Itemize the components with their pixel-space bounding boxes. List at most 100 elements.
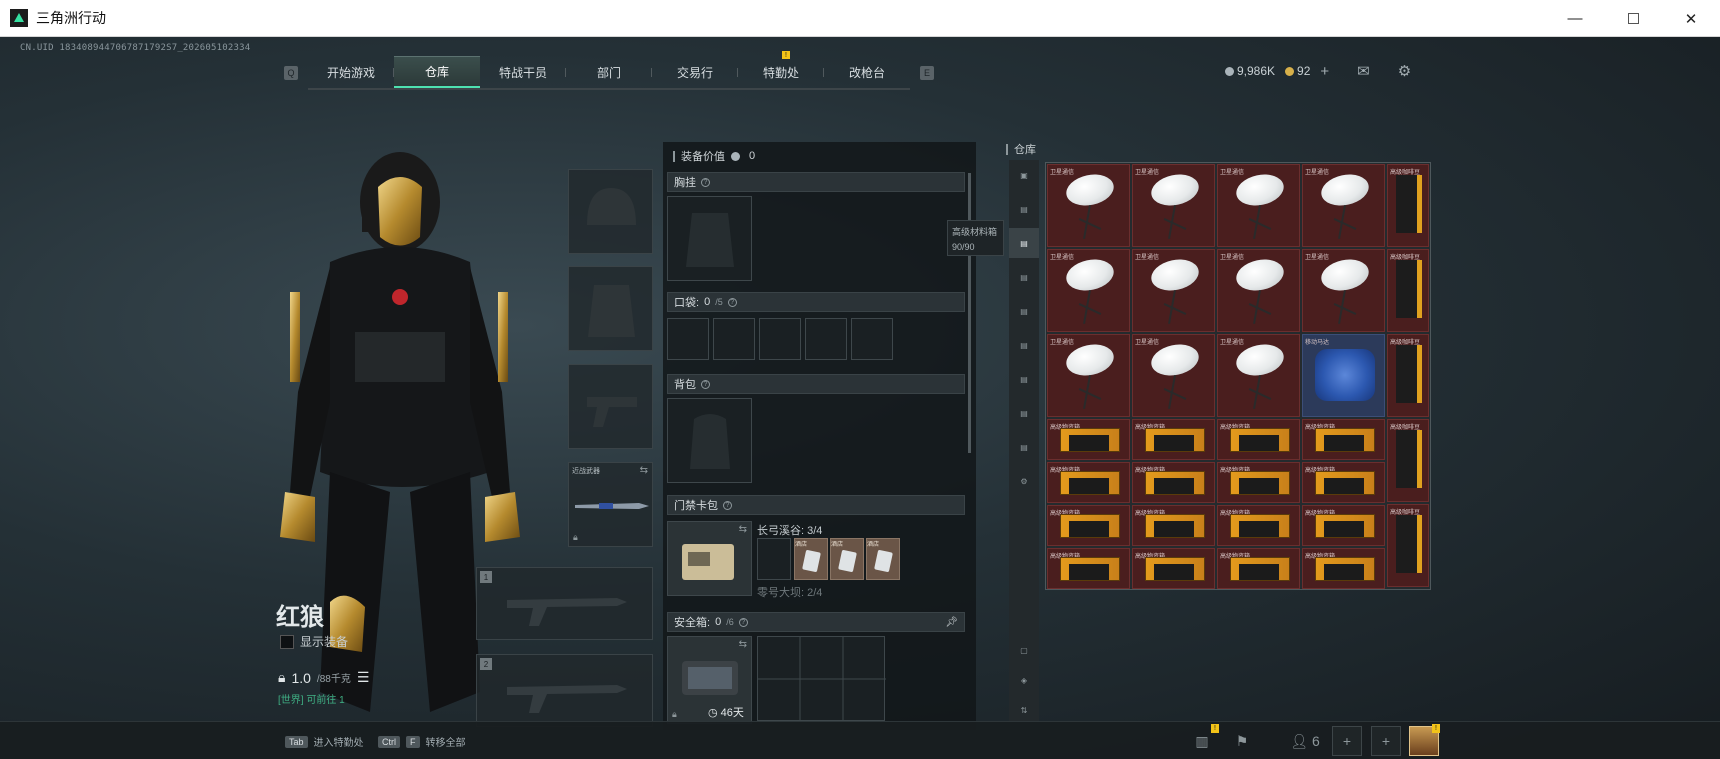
help-icon[interactable]: ?	[727, 297, 737, 307]
hint-special-ops[interactable]: Tab 进入特勤处	[285, 734, 364, 749]
warehouse-item-box[interactable]: 高级物资箱	[1047, 462, 1130, 503]
keycard-cell[interactable]	[757, 538, 791, 580]
equipment-scrollbar[interactable]	[968, 173, 971, 453]
secondary-weapon-slot[interactable]: 2	[476, 654, 653, 727]
warehouse-item-box[interactable]: 高级物资箱	[1047, 419, 1130, 460]
pocket-cell[interactable]	[759, 318, 801, 360]
warehouse-item-motor[interactable]: 移动马达	[1302, 334, 1385, 417]
warehouse-item-dish[interactable]: 卫星通信	[1132, 334, 1215, 417]
add-squad-button[interactable]: +	[1371, 726, 1401, 756]
tab-warehouse[interactable]: 仓库	[394, 56, 480, 88]
warehouse-item-dish[interactable]: 卫星通信	[1132, 164, 1215, 247]
primary-weapon-slot[interactable]: 1	[476, 567, 653, 640]
add-currency-button[interactable]: +	[1320, 63, 1329, 80]
tab-gunsmith[interactable]: 改枪台	[824, 56, 910, 88]
warehouse-item-dish[interactable]: 卫星通信	[1047, 164, 1130, 247]
help-icon[interactable]: ?	[738, 617, 748, 627]
warehouse-item-bag[interactable]: 高级咖啡豆	[1387, 334, 1429, 417]
show-equipment-checkbox[interactable]	[280, 634, 294, 649]
warehouse-item-dish[interactable]: 卫星通信	[1217, 334, 1300, 417]
warehouse-item-dish[interactable]: 卫星通信	[1132, 249, 1215, 332]
close-button[interactable]: ✕	[1662, 0, 1720, 37]
warehouse-item-box[interactable]: 高级物资箱	[1302, 419, 1385, 460]
warehouse-item-box[interactable]: 高级物资箱	[1302, 505, 1385, 546]
warehouse-item-box[interactable]: 高级物资箱	[1217, 505, 1300, 546]
warehouse-item-dish[interactable]: 卫星通信	[1217, 164, 1300, 247]
help-icon[interactable]: ?	[723, 500, 732, 510]
pocket-cell[interactable]	[851, 318, 893, 360]
melee-slot[interactable]: 近战武器 ⇆ 🔒︎	[568, 462, 653, 547]
tab-department[interactable]: 部门	[566, 56, 652, 88]
mail-icon[interactable]: ✉	[1357, 62, 1370, 80]
settings-gear-icon[interactable]: ⚙	[1398, 62, 1411, 80]
swap-icon[interactable]: ⇆	[640, 465, 648, 476]
tab-trade[interactable]: 交易行	[652, 56, 738, 88]
tab-operators[interactable]: 特战干员	[480, 56, 566, 88]
swap-icon[interactable]: ⇆	[739, 639, 747, 650]
item-name: 卫星通信	[1220, 255, 1245, 261]
category-settings-icon[interactable]: ⚙	[1009, 466, 1039, 496]
warehouse-item-bag[interactable]: 高级咖啡豆	[1387, 164, 1429, 247]
warehouse-item-box[interactable]: 高级物资箱	[1217, 419, 1300, 460]
safebox-grid[interactable]	[757, 636, 886, 722]
weight-list-icon[interactable]: ☰	[357, 669, 370, 686]
warehouse-item-dish[interactable]: 卫星通信	[1047, 249, 1130, 332]
friends-button[interactable]: 👤︎ 6	[1280, 726, 1330, 756]
category-tab[interactable]: ▤	[1009, 398, 1039, 428]
warehouse-item-bag[interactable]: 高级咖啡豆	[1387, 504, 1429, 587]
hint-transfer-all[interactable]: Ctrl F 转移全部	[378, 734, 466, 749]
helmet-slot[interactable]	[568, 169, 653, 254]
pocket-cell[interactable]	[713, 318, 755, 360]
backpack-slot[interactable]	[667, 398, 752, 483]
warehouse-item-dish[interactable]: 卫星通信	[1217, 249, 1300, 332]
keycard-item[interactable]: 酒店	[866, 538, 900, 580]
pin-icon[interactable]: 📌︎	[945, 617, 958, 628]
help-icon[interactable]: ?	[701, 379, 710, 389]
layers-icon[interactable]: ◈	[1009, 665, 1039, 695]
warehouse-item-box[interactable]: 高级物资箱	[1047, 505, 1130, 546]
category-tab[interactable]: ▤	[1009, 262, 1039, 292]
nav-next-key[interactable]: E	[920, 66, 934, 80]
warehouse-item-dish[interactable]: 卫星通信	[1302, 249, 1385, 332]
pistol-slot[interactable]	[568, 364, 653, 449]
category-tab[interactable]: ▤	[1009, 330, 1039, 360]
help-icon[interactable]: ?	[701, 177, 710, 187]
armor-slot[interactable]	[568, 266, 653, 351]
warehouse-item-box[interactable]: 高级物资箱	[1217, 462, 1300, 503]
category-all-icon[interactable]: ▣	[1009, 160, 1039, 190]
show-equipment-toggle[interactable]: 显示装备	[280, 633, 348, 650]
category-tab[interactable]: ▤	[1009, 432, 1039, 462]
tab-special-ops[interactable]: 特勤处!	[738, 51, 824, 88]
warehouse-item-bag[interactable]: 高级咖啡豆	[1387, 249, 1429, 332]
pocket-cell[interactable]	[805, 318, 847, 360]
pocket-cell[interactable]	[667, 318, 709, 360]
warehouse-expand-icon[interactable]: ▢	[1009, 635, 1039, 665]
warehouse-item-box[interactable]: 高级物资箱	[1132, 548, 1215, 589]
category-tab[interactable]: ▤	[1009, 194, 1039, 224]
warehouse-item-box[interactable]: 高级物资箱	[1047, 548, 1130, 589]
add-squad-button[interactable]: +	[1332, 726, 1362, 756]
warehouse-item-dish[interactable]: 卫星通信	[1302, 164, 1385, 247]
warehouse-item-box[interactable]: 高级物资箱	[1217, 548, 1300, 589]
chest-rig-slot[interactable]	[667, 196, 752, 281]
warehouse-item-box[interactable]: 高级物资箱	[1132, 505, 1215, 546]
tab-start-game[interactable]: 开始游戏	[308, 56, 394, 88]
minimize-button[interactable]: —	[1546, 0, 1604, 37]
nav-prev-key[interactable]: Q	[284, 66, 298, 80]
keycard-item[interactable]: 酒店	[794, 538, 828, 580]
warehouse-item-box[interactable]: 高级物资箱	[1302, 548, 1385, 589]
category-tab-active[interactable]: ▤	[1009, 228, 1039, 258]
flag-icon[interactable]: ⚑	[1227, 726, 1257, 756]
keycard-item[interactable]: 酒店	[830, 538, 864, 580]
safebox-slot[interactable]: ⇆ 🔒︎ ◷ 46天	[667, 636, 752, 724]
warehouse-item-box[interactable]: 高级物资箱	[1132, 419, 1215, 460]
warehouse-item-bag[interactable]: 高级咖啡豆	[1387, 419, 1429, 502]
warehouse-item-dish[interactable]: 卫星通信	[1047, 334, 1130, 417]
maximize-button[interactable]	[1604, 0, 1662, 37]
warehouse-item-box[interactable]: 高级物资箱	[1132, 462, 1215, 503]
category-tab[interactable]: ▤	[1009, 296, 1039, 326]
category-tab[interactable]: ▤	[1009, 364, 1039, 394]
keycard-wallet-slot[interactable]: ⇆	[667, 521, 752, 596]
swap-icon[interactable]: ⇆	[739, 524, 747, 535]
warehouse-item-box[interactable]: 高级物资箱	[1302, 462, 1385, 503]
